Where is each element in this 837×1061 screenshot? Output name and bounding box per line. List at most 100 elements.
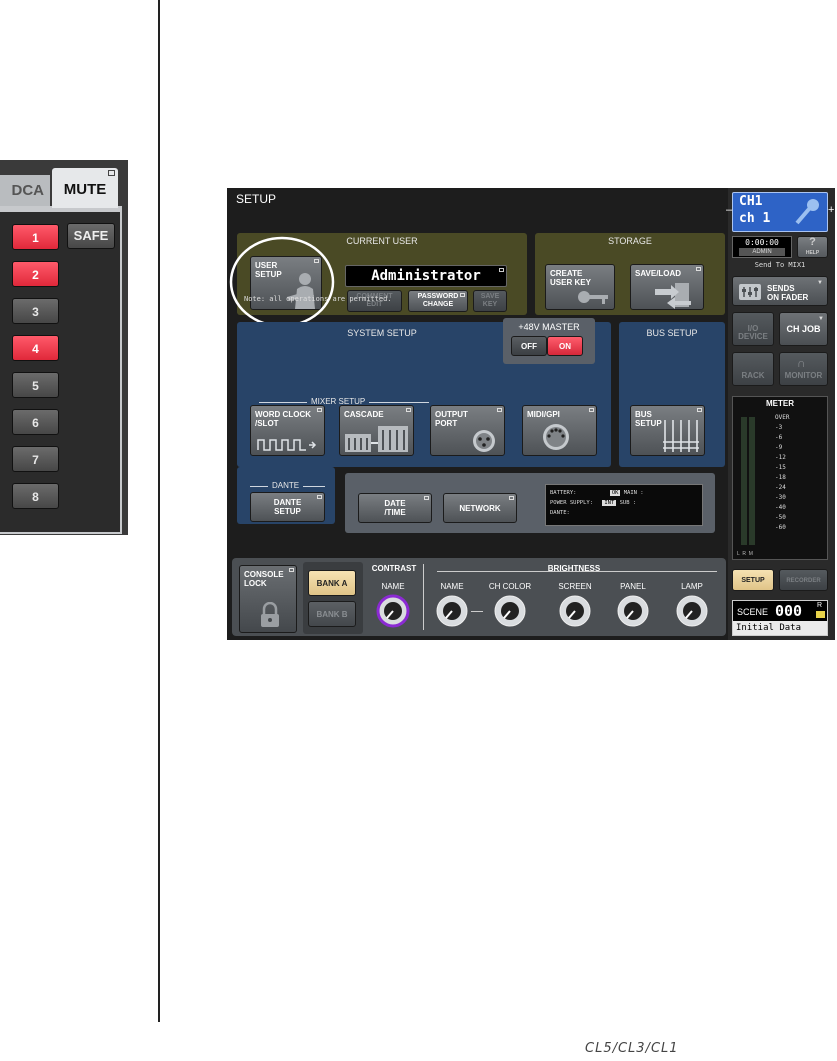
battery-row: BATTERY: OK MAIN : bbox=[550, 488, 698, 498]
system-setup-title: SYSTEM SETUP bbox=[347, 328, 417, 338]
brightness-name-knob[interactable] bbox=[435, 594, 469, 628]
date-time-button[interactable]: DATE /TIME bbox=[358, 493, 432, 523]
mute-group-2-button[interactable]: 2 bbox=[12, 261, 59, 287]
setup-button[interactable]: SETUP bbox=[732, 569, 774, 591]
mute-group-5-button[interactable]: 5 bbox=[12, 372, 59, 398]
screen-label: SCREEN bbox=[558, 582, 592, 591]
word-clock-slot-button[interactable]: WORD CLOCK /SLOT bbox=[250, 405, 325, 456]
phantom-on-button[interactable]: ON bbox=[547, 336, 583, 356]
mute-group-4-button[interactable]: 4 bbox=[12, 335, 59, 361]
recorder-button[interactable]: RECORDER bbox=[779, 569, 828, 591]
screen-knob[interactable] bbox=[558, 594, 592, 628]
output-port-button[interactable]: OUTPUT PORT bbox=[430, 405, 505, 456]
phantom-on-label: ON bbox=[559, 342, 571, 351]
rack-label: RACK bbox=[741, 371, 765, 380]
ch-job-button[interactable]: CH JOB ▼ bbox=[779, 312, 828, 346]
contrast-name-label: NAME bbox=[381, 582, 405, 591]
level-meter-bars bbox=[741, 417, 759, 545]
mute-group-7-button[interactable]: 7 bbox=[12, 446, 59, 472]
lock-icon bbox=[261, 602, 279, 627]
midi-gpi-label: MIDI/GPI bbox=[527, 410, 560, 419]
phantom-master-panel: +48V MASTER OFF ON bbox=[503, 318, 595, 364]
mute-group-1-button[interactable]: 1 bbox=[12, 224, 59, 250]
current-user-name-field[interactable]: Administrator bbox=[345, 265, 507, 287]
scale-24: -24 bbox=[775, 484, 786, 491]
lamp-knob[interactable] bbox=[675, 594, 709, 628]
scale-9: -9 bbox=[775, 444, 783, 451]
setup-screen: SETUP CURRENT USER USER SETUP Administra… bbox=[227, 188, 835, 640]
bank-b-button[interactable]: BANK B bbox=[308, 601, 356, 627]
channel-next-icon[interactable]: + bbox=[828, 204, 834, 216]
word-clock-label: WORD CLOCK /SLOT bbox=[255, 410, 311, 428]
time-value: 0:00:00 bbox=[745, 238, 779, 247]
rack-button[interactable]: RACK bbox=[732, 352, 774, 386]
scale-18: -18 bbox=[775, 474, 786, 481]
mute-group-3-button[interactable]: 3 bbox=[12, 298, 59, 324]
tab-dca[interactable]: DCA bbox=[0, 175, 50, 207]
meter-display[interactable]: METER OVER -3 -6 -9 -12 -15 -18 -24 -30 … bbox=[732, 396, 828, 560]
bank-b-label: BANK B bbox=[316, 610, 348, 619]
xlr-connector-icon bbox=[473, 430, 495, 452]
brightness-rule bbox=[437, 571, 717, 572]
sends-on-fader-button[interactable]: SENDS ON FADER ▼ bbox=[732, 276, 828, 306]
popup-icon bbox=[497, 408, 502, 412]
cascade-label: CASCADE bbox=[344, 410, 384, 419]
user-name: Administrator bbox=[371, 268, 481, 284]
save-key-button[interactable]: SAVE KEY bbox=[473, 290, 507, 312]
output-port-label: OUTPUT PORT bbox=[435, 410, 468, 428]
bus-lines-icon bbox=[663, 420, 699, 452]
contrast-title: CONTRAST bbox=[371, 564, 417, 573]
dropdown-arrow-icon: ▼ bbox=[818, 316, 824, 322]
cascade-button[interactable]: CASCADE bbox=[339, 405, 414, 456]
console-lock-button[interactable]: CONSOLE LOCK bbox=[239, 565, 297, 633]
dante-setup-button[interactable]: DANTE SETUP bbox=[250, 492, 325, 522]
bus-setup-button[interactable]: BUS SETUP bbox=[630, 405, 705, 456]
scene-store-icon bbox=[816, 611, 825, 618]
save-load-button[interactable]: SAVE/LOAD bbox=[630, 264, 704, 310]
page-margin-rule bbox=[158, 0, 160, 1022]
help-button[interactable]: ? HELP bbox=[797, 236, 828, 258]
scale-15: -15 bbox=[775, 464, 786, 471]
network-label: NETWORK bbox=[459, 504, 501, 513]
mute-group-8-button[interactable]: 8 bbox=[12, 483, 59, 509]
dante-row: DANTE: bbox=[550, 510, 570, 516]
create-user-key-label: CREATE USER KEY bbox=[550, 269, 591, 287]
scene-display[interactable]: SCENE 000 R Initial Data bbox=[732, 600, 828, 636]
contrast-name-knob[interactable] bbox=[376, 594, 410, 628]
create-user-key-button[interactable]: CREATE USER KEY bbox=[545, 264, 615, 310]
panel-knob[interactable] bbox=[616, 594, 650, 628]
sends-on-fader-label: SENDS ON FADER bbox=[767, 284, 809, 302]
bus-setup-title: BUS SETUP bbox=[646, 328, 698, 338]
link-line bbox=[471, 611, 483, 612]
console-lock-label: CONSOLE LOCK bbox=[244, 570, 284, 588]
midi-gpi-button[interactable]: MIDI/GPI bbox=[522, 405, 597, 456]
save-key-label: SAVE KEY bbox=[480, 293, 500, 308]
power-row: POWER SUPPLY: INT SUB : bbox=[550, 498, 698, 508]
network-button[interactable]: NETWORK bbox=[443, 493, 517, 523]
dante-group-label: DANTE bbox=[250, 481, 325, 491]
channel-prev-icon[interactable]: – bbox=[726, 204, 732, 216]
io-device-button[interactable]: I/O DEVICE bbox=[732, 312, 774, 346]
divider bbox=[423, 564, 424, 630]
headphones-icon: ∩ bbox=[797, 356, 806, 370]
mute-group-6-button[interactable]: 6 bbox=[12, 409, 59, 435]
popup-icon bbox=[460, 293, 465, 297]
save-load-label: SAVE/LOAD bbox=[635, 269, 682, 278]
mute-safe-button[interactable]: SAFE bbox=[67, 223, 115, 249]
ch-color-knob[interactable] bbox=[493, 594, 527, 628]
tab-mute[interactable]: MUTE bbox=[52, 168, 118, 208]
scale-3: -3 bbox=[775, 424, 783, 431]
dante-title: DANTE bbox=[268, 481, 304, 491]
dante-setup-label: DANTE SETUP bbox=[273, 498, 302, 516]
monitor-button[interactable]: MONITOR ∩ bbox=[779, 352, 828, 386]
send-to-status: Send To MIX1 bbox=[754, 261, 806, 269]
lamp-label: LAMP bbox=[681, 582, 703, 591]
popup-icon bbox=[108, 170, 115, 176]
scale-12: -12 bbox=[775, 454, 786, 461]
scale-over: OVER bbox=[775, 414, 790, 421]
selected-channel-display[interactable]: CH1 ch 1 bbox=[732, 192, 828, 232]
phantom-off-button[interactable]: OFF bbox=[511, 336, 547, 356]
bank-a-button[interactable]: BANK A bbox=[308, 570, 356, 596]
io-device-label: I/O DEVICE bbox=[738, 324, 768, 341]
scale-40: -40 bbox=[775, 504, 786, 511]
